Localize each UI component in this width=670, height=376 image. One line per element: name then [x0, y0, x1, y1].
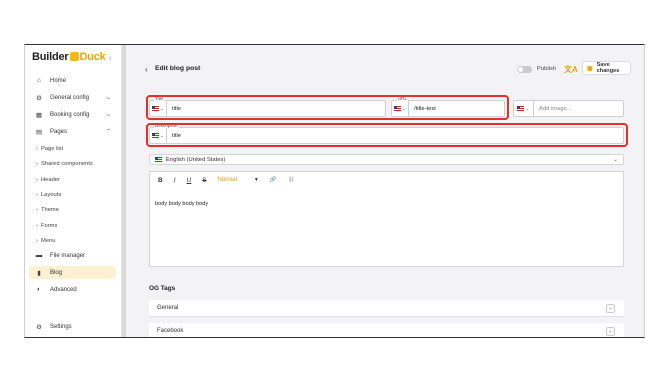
app-window: Builder Duck ‹ ⌂ Home ⚙ General config ⌄ ▦ Bo…: [24, 44, 645, 338]
link-icon[interactable]: 🔗: [270, 177, 277, 183]
chevron-down-icon: ⌄: [105, 112, 111, 118]
translate-icon[interactable]: 文A: [564, 64, 578, 75]
sidebar-subitem-menu[interactable]: › Menu: [36, 238, 55, 244]
body-editor[interactable]: body body body body: [149, 188, 624, 267]
save-changes-button[interactable]: ▣ Save changes: [582, 61, 631, 75]
chevron-up-icon: ⌃: [105, 129, 111, 135]
main-content: ‹ Edit blog post Publish 文A ▣ Save change…: [141, 45, 632, 337]
image-input[interactable]: Add image...: [534, 106, 572, 112]
chevron-down-icon[interactable]: ⌄: [606, 303, 615, 313]
gear-icon: ⚙: [36, 94, 42, 102]
sidebar-subitem-header[interactable]: › Header: [36, 177, 60, 183]
language-select[interactable]: English (United States) ⌄: [149, 154, 624, 165]
highlight-title-url: [146, 95, 509, 120]
calendar-icon: ▦: [35, 111, 43, 119]
page-title: Edit blog post: [155, 65, 201, 72]
sidebar-item-advanced[interactable]: ◐ Advanced: [29, 283, 116, 296]
sidebar-item-home[interactable]: ⌂ Home: [29, 74, 116, 87]
bold-button[interactable]: B: [158, 177, 163, 184]
folder-icon: ▬: [35, 252, 43, 259]
editor-toolbar: B I U S Normal ▼ 🔗 ⛓: [149, 171, 624, 189]
sidebar-item-file-manager[interactable]: ▬ File manager: [29, 249, 116, 262]
gear-icon: ⚙: [36, 323, 42, 331]
italic-button[interactable]: I: [174, 177, 176, 184]
unlink-icon[interactable]: ⛓: [288, 177, 295, 183]
chevron-down-icon[interactable]: ⌄: [606, 326, 615, 336]
dropdown-arrow-icon: ▼: [253, 177, 259, 183]
pages-icon: ▤: [35, 128, 43, 136]
sidebar: Builder Duck ‹ ⌂ Home ⚙ General config ⌄ ▦ Bo…: [25, 45, 122, 337]
underline-button[interactable]: U: [187, 177, 192, 184]
sidebar-item-pages[interactable]: ▤ Pages ⌃: [29, 125, 116, 138]
sidebar-item-settings[interactable]: ⚙ Settings: [29, 320, 116, 333]
builderduck-logo: Builder Duck: [32, 51, 106, 63]
editor-content: body body body body: [155, 201, 209, 207]
strikethrough-button[interactable]: S: [202, 177, 206, 184]
chevron-down-icon: ⌄: [612, 157, 618, 163]
heading-select[interactable]: Normal ▼: [218, 177, 259, 183]
publish-label: Publish: [537, 66, 557, 72]
og-row-facebook[interactable]: Facebook ⌄: [149, 323, 624, 337]
sidebar-subitem-theme[interactable]: › Theme: [36, 207, 59, 213]
back-icon[interactable]: ‹: [145, 65, 148, 74]
sidebar-subitem-layouts[interactable]: › Layouts: [36, 192, 61, 198]
og-row-general[interactable]: General ⌄: [149, 300, 624, 317]
collapse-sidebar-icon[interactable]: ‹: [109, 53, 112, 62]
publish-toggle[interactable]: [517, 66, 532, 73]
chevron-down-icon: ⌄: [105, 95, 111, 101]
highlight-description: [146, 123, 628, 147]
sidebar-item-blog[interactable]: ▮ Blog: [29, 266, 116, 279]
sidebar-subitem-forms[interactable]: › Forms: [36, 223, 57, 229]
sidebar-scrollbar[interactable]: [122, 45, 126, 337]
sidebar-subitem-page-list[interactable]: › Page list: [36, 146, 63, 152]
sidebar-subitem-shared-components[interactable]: › Shared components: [36, 161, 93, 167]
language-flag-select[interactable]: ⌄: [514, 101, 534, 116]
sidebar-item-booking-config[interactable]: ▦ Booking config ⌄: [29, 108, 116, 121]
document-icon: ▮: [37, 269, 41, 277]
us-flag-icon: [155, 157, 162, 162]
advanced-icon: ◐: [37, 286, 41, 293]
us-flag-icon: [517, 106, 525, 111]
image-field: ⌄ Add image...: [513, 100, 624, 117]
save-icon: ▣: [587, 65, 593, 72]
og-tags-heading: OG Tags: [149, 285, 176, 292]
home-icon: ⌂: [37, 77, 41, 84]
sidebar-item-general-config[interactable]: ⚙ General config ⌄: [29, 91, 116, 104]
